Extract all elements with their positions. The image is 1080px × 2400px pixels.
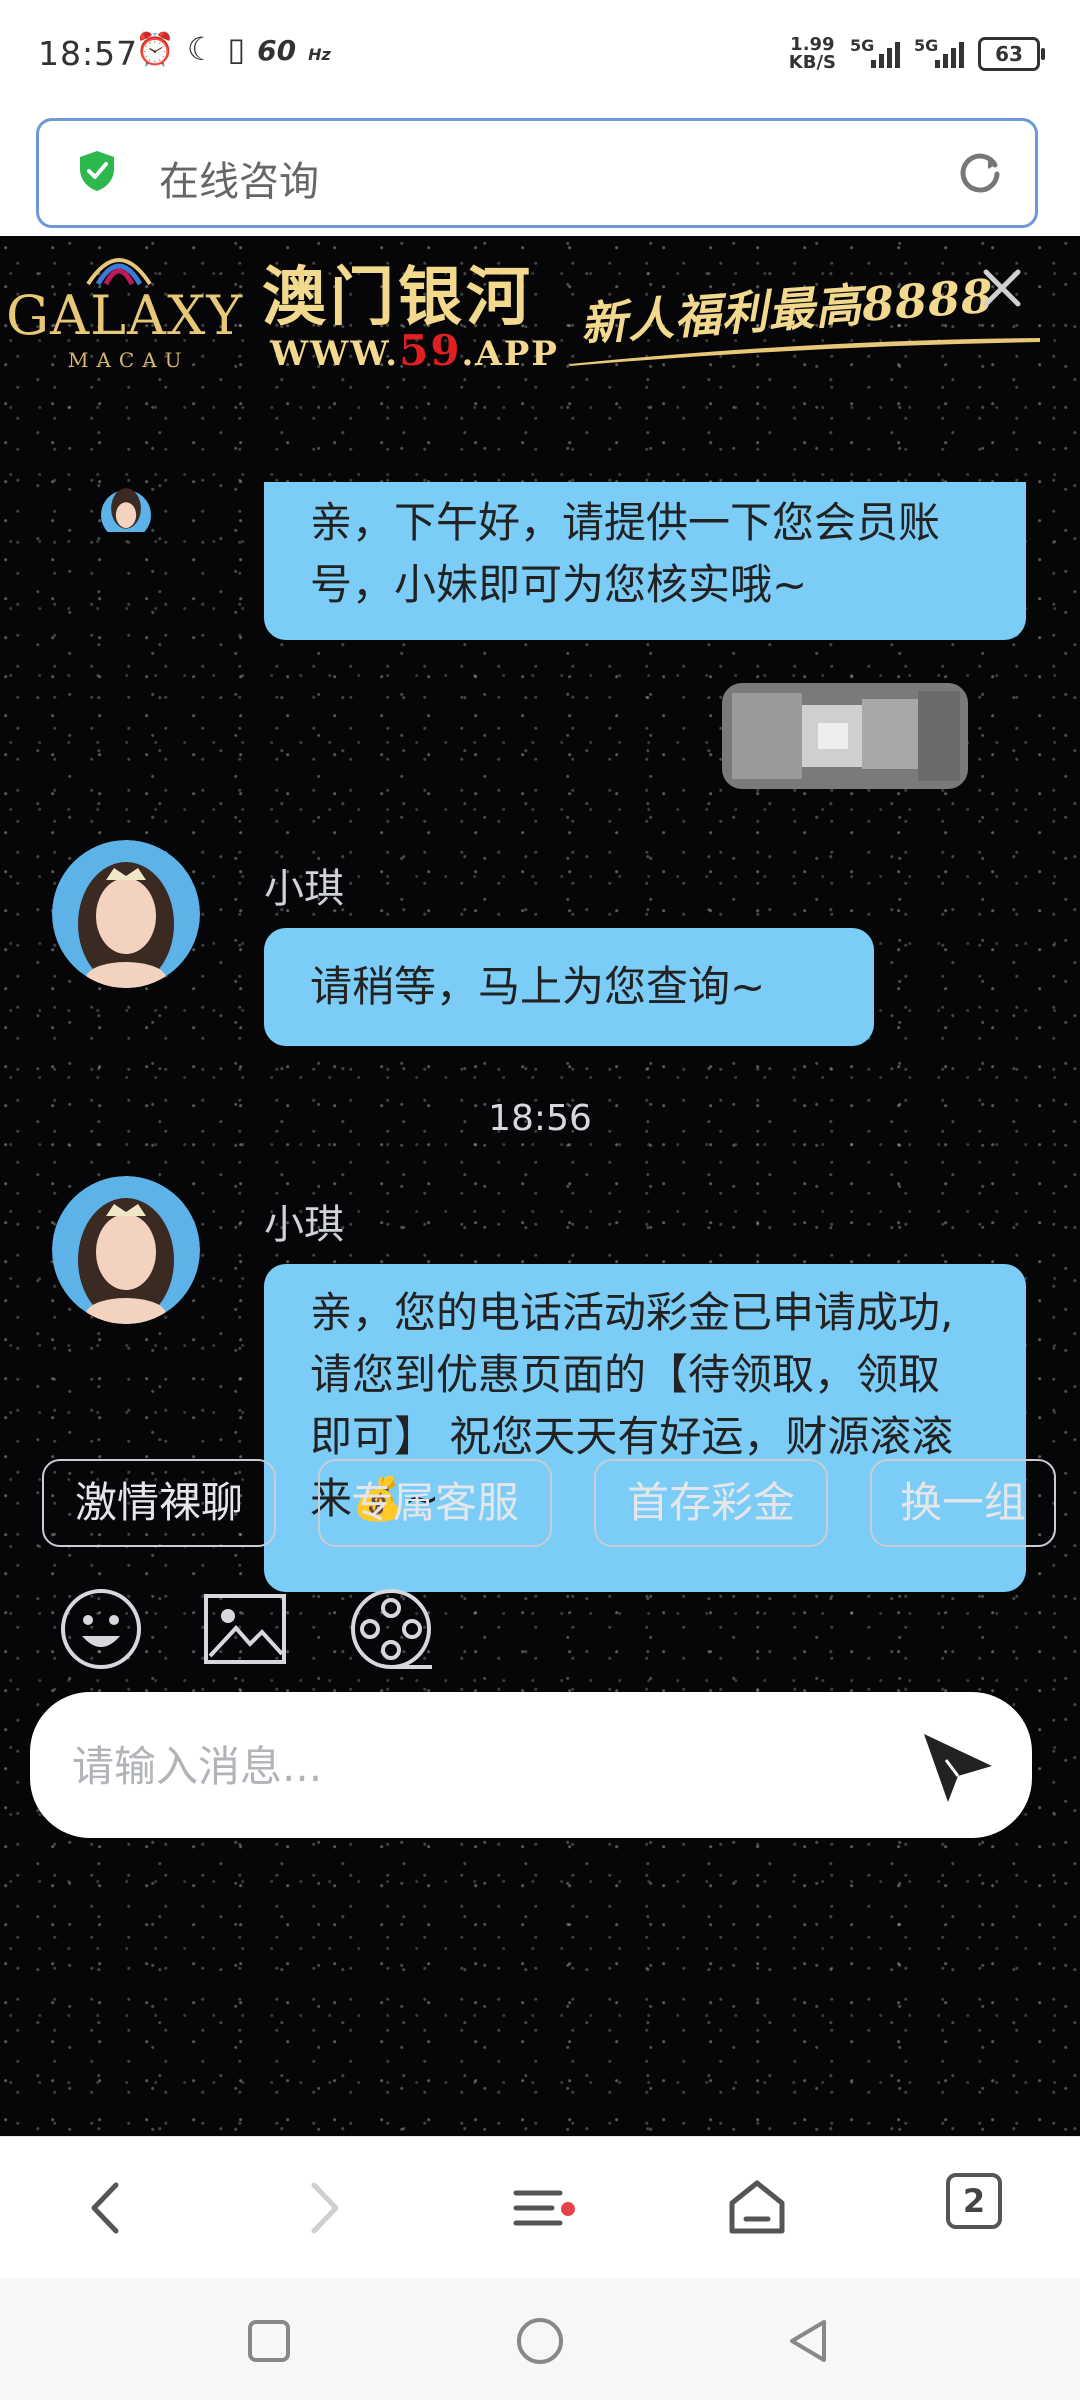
quick-reply-1[interactable]: 激情裸聊 [42,1459,276,1547]
close-icon[interactable] [978,264,1026,312]
status-time: 18:57 [38,34,139,73]
status-right: 1.99 KB/S 5G 5G 63 [788,32,1045,76]
image-icon[interactable] [202,1586,288,1672]
signal-icon-2: 5G [914,36,964,72]
tabs-count-button[interactable]: 2 [946,2173,1002,2229]
quick-reply-2[interactable]: 专属客服 [318,1459,552,1547]
galaxy-logo-icon [86,258,152,286]
system-nav-bar [0,2278,1080,2400]
reload-icon[interactable] [955,147,1005,197]
galaxy-logo-text: GALAXY [6,284,244,347]
home-circle-icon[interactable] [515,2316,565,2366]
home-icon[interactable] [722,2173,792,2243]
avatar [52,840,200,988]
avatar [52,482,200,532]
status-bar: 18:57 ⏰ ☾ ▯ 60 Hz 1.99 KB/S 5G 5G 63 [0,0,1080,110]
net-speed: 1.99 KB/S [788,34,836,73]
moon-icon: ☾ [186,30,216,68]
sender-name: 小琪 [264,866,344,912]
battery-icon: 63 [978,37,1045,71]
banner-brand-name: 澳门银河 [262,260,534,335]
message-input[interactable] [70,1732,894,1800]
sender-name: 小琪 [264,1202,344,1248]
banner-url: WWW.59.APP [270,326,559,375]
recent-apps-icon[interactable] [244,2316,294,2366]
chat-area: GALAXY MACAU 澳门银河 WWW.59.APP 新人福利最高8888 … [0,236,1080,2136]
timestamp: 18:56 [488,1098,592,1139]
galaxy-logo-subtext: MACAU [68,348,190,372]
message-bubble-2: 请稍等，马上为您查询~ [264,928,874,1046]
vibrate-icon: ▯ [227,30,246,68]
refresh-rate: 60 Hz [257,34,331,67]
shield-icon [80,151,114,191]
avatar [52,1176,200,1324]
forward-icon[interactable] [288,2173,358,2243]
page-title: 在线咨询 [159,159,319,205]
signal-icon: 5G [850,36,900,72]
alarm-icon: ⏰ [135,30,175,68]
send-icon[interactable] [918,1726,998,1806]
back-icon[interactable] [72,2173,142,2243]
status-icons-left: ⏰ ☾ ▯ 60 Hz [135,30,355,68]
promo-banner[interactable]: GALAXY MACAU 澳门银河 WWW.59.APP 新人福利最高8888 [0,236,1080,376]
video-reel-icon[interactable] [348,1586,434,1672]
quick-reply-3[interactable]: 首存彩金 [594,1459,828,1547]
browser-toolbar: 2 [0,2136,1080,2279]
address-bar[interactable]: 在线咨询 [36,118,1038,228]
quick-reply-refresh[interactable]: 换一组 [870,1459,1056,1547]
back-triangle-icon[interactable] [784,2316,834,2366]
menu-icon[interactable] [508,2173,578,2243]
blurred-image[interactable] [722,683,968,789]
message-input-bar [30,1692,1032,1838]
message-bubble-1: 亲，下午好，请提供一下您会员账号，小妹即可为您核实哦~ [264,482,1026,640]
promo-swoosh [570,338,1040,366]
emoji-icon[interactable] [58,1586,144,1672]
